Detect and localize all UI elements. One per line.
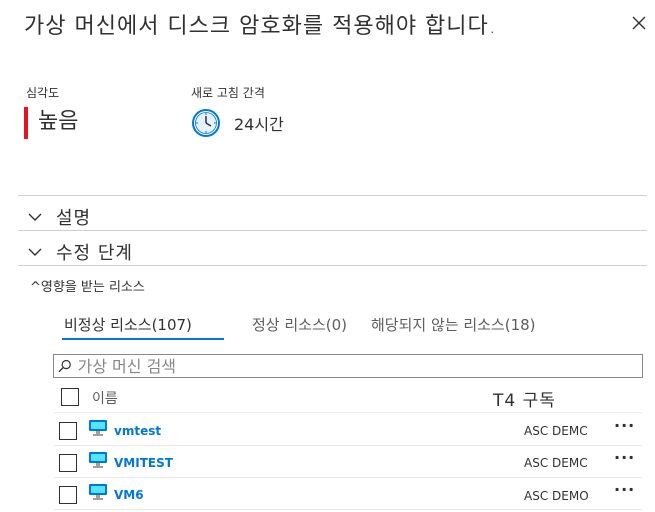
tab-not-applicable[interactable]: 해당되지 않는 리소스(18) <box>371 314 536 335</box>
divider <box>18 230 647 231</box>
more-actions-button[interactable]: ··· <box>614 448 635 467</box>
row-divider <box>54 477 642 478</box>
row-checkbox[interactable] <box>59 486 77 504</box>
page-title: 가상 머신에서 디스크 암호화를 적용해야 합니다. <box>24 14 497 39</box>
vm-subscription: ASC DEMC <box>524 424 588 438</box>
affected-resources-toggle[interactable]: ^영향을 받는 리소스 <box>30 276 145 295</box>
virtual-machine-icon <box>89 484 107 500</box>
column-header-name[interactable]: 이름 <box>92 388 118 408</box>
clock-icon <box>192 109 220 137</box>
more-actions-button[interactable]: ··· <box>614 480 635 499</box>
row-divider <box>54 445 642 446</box>
freshness-value: 24시간 <box>234 115 284 134</box>
chevron-down-icon <box>28 213 42 221</box>
row-checkbox[interactable] <box>59 454 77 472</box>
tab-unhealthy[interactable]: 비정상 리소스(107) <box>64 314 192 335</box>
divider <box>18 195 647 196</box>
more-actions-button[interactable]: ··· <box>614 416 635 435</box>
virtual-machine-icon <box>89 420 107 436</box>
divider <box>18 265 647 266</box>
close-icon <box>632 16 646 30</box>
active-tab-indicator <box>62 338 224 340</box>
virtual-machine-icon <box>89 452 107 468</box>
severity-value: 높음 <box>38 109 79 134</box>
section-remediation[interactable]: 수정 단계 <box>28 239 133 265</box>
column-header-subscription[interactable]: T4 구독 <box>493 386 556 411</box>
severity-label: 심각도 <box>26 86 60 100</box>
section-description[interactable]: 설명 <box>28 204 91 230</box>
section-description-label: 설명 <box>56 208 92 229</box>
row-divider <box>54 509 642 510</box>
search-input[interactable] <box>77 356 642 376</box>
row-divider <box>54 412 642 413</box>
vm-link[interactable]: VMITEST <box>114 456 173 470</box>
search-icon <box>58 359 71 373</box>
row-checkbox[interactable] <box>59 422 77 440</box>
vm-subscription: ASC DEMC <box>524 456 588 470</box>
vm-link[interactable]: VM6 <box>114 488 144 502</box>
severity-indicator <box>24 107 28 139</box>
search-box[interactable] <box>53 354 643 378</box>
select-all-checkbox[interactable] <box>61 388 79 406</box>
section-remediation-label: 수정 단계 <box>56 243 133 264</box>
chevron-down-icon <box>28 248 42 256</box>
freshness-label: 새로 고침 간격 <box>191 86 265 100</box>
tab-healthy[interactable]: 정상 리소스(0) <box>252 314 347 335</box>
close-button[interactable] <box>628 12 650 34</box>
vm-link[interactable]: vmtest <box>114 424 161 438</box>
vm-subscription: ASC DEMO <box>524 489 589 503</box>
